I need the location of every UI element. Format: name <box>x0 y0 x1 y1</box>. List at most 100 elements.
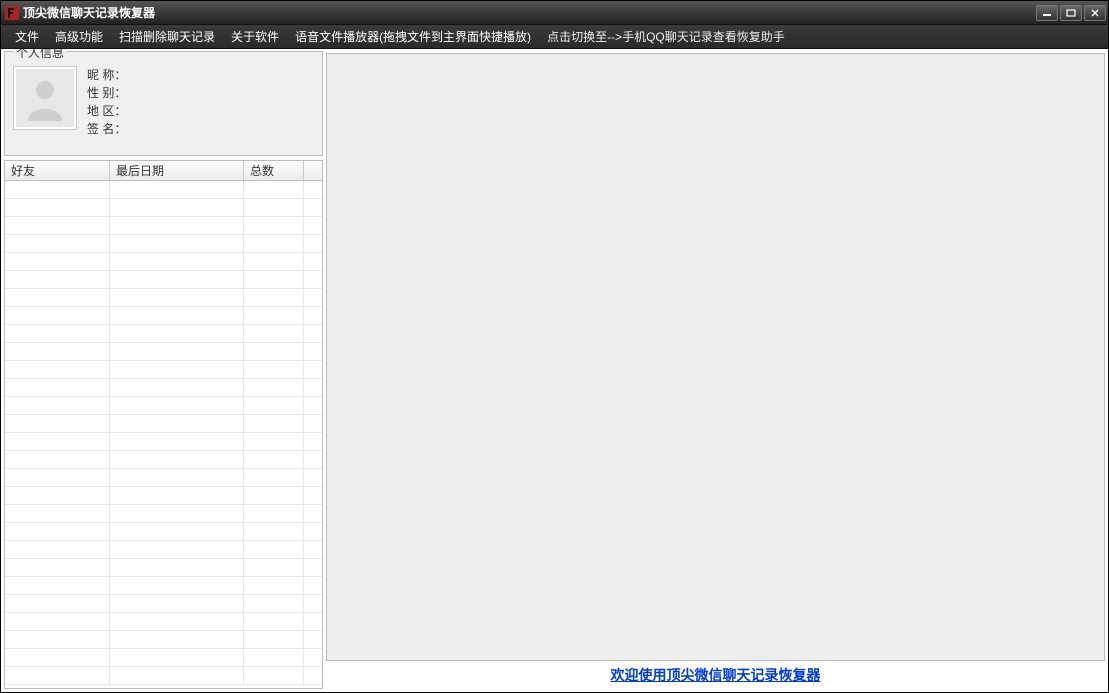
table-cell <box>110 649 244 666</box>
minimize-button[interactable] <box>1036 5 1058 21</box>
table-cell <box>5 199 110 216</box>
table-cell <box>110 235 244 252</box>
table-cell <box>5 343 110 360</box>
table-cell <box>110 631 244 648</box>
table-row[interactable] <box>5 487 322 505</box>
table-cell <box>5 649 110 666</box>
table-cell <box>5 451 110 468</box>
table-cell <box>244 433 304 450</box>
table-cell <box>5 397 110 414</box>
profile-fields: 昵 称： 性 别： 地 区： 签 名： <box>87 66 126 138</box>
table-cell <box>244 361 304 378</box>
table-row[interactable] <box>5 271 322 289</box>
table-row[interactable] <box>5 577 322 595</box>
table-cell <box>304 415 322 432</box>
menu-audio-player[interactable]: 语音文件播放器(拖拽文件到主界面快捷播放) <box>287 25 539 48</box>
table-row[interactable] <box>5 253 322 271</box>
table-cell <box>5 235 110 252</box>
table-row[interactable] <box>5 631 322 649</box>
menu-file[interactable]: 文件 <box>7 25 47 48</box>
table-row[interactable] <box>5 343 322 361</box>
avatar <box>13 66 77 130</box>
table-cell <box>244 451 304 468</box>
table-cell <box>304 577 322 594</box>
table-row[interactable] <box>5 307 322 325</box>
menu-about[interactable]: 关于软件 <box>223 25 287 48</box>
table-row[interactable] <box>5 649 322 667</box>
table-cell <box>244 613 304 630</box>
table-row[interactable] <box>5 379 322 397</box>
col-last-date[interactable]: 最后日期 <box>110 161 244 180</box>
table-row[interactable] <box>5 559 322 577</box>
table-cell <box>244 577 304 594</box>
close-icon <box>1090 9 1100 17</box>
table-row[interactable] <box>5 415 322 433</box>
table-cell <box>244 343 304 360</box>
table-row[interactable] <box>5 469 322 487</box>
table-cell <box>244 631 304 648</box>
table-row[interactable] <box>5 595 322 613</box>
table-row[interactable] <box>5 667 322 685</box>
table-row[interactable] <box>5 199 322 217</box>
table-cell <box>110 577 244 594</box>
table-cell <box>304 667 322 684</box>
table-cell <box>110 199 244 216</box>
profile-groupbox: 个人信息 昵 称： <box>4 51 323 156</box>
maximize-button[interactable] <box>1060 5 1082 21</box>
table-cell <box>244 649 304 666</box>
chat-content-frame <box>326 53 1105 661</box>
table-cell <box>110 307 244 324</box>
table-row[interactable] <box>5 451 322 469</box>
table-row[interactable] <box>5 235 322 253</box>
table-cell <box>110 217 244 234</box>
table-cell <box>110 397 244 414</box>
gender-label: 性 别： <box>87 86 126 100</box>
menu-scan-deleted[interactable]: 扫描删除聊天记录 <box>111 25 223 48</box>
menu-bar: 文件 高级功能 扫描删除聊天记录 关于软件 语音文件播放器(拖拽文件到主界面快捷… <box>1 25 1108 49</box>
menu-switch-qq[interactable]: 点击切换至-->手机QQ聊天记录查看恢复助手 <box>539 25 793 48</box>
maximize-icon <box>1066 9 1076 17</box>
table-row[interactable] <box>5 289 322 307</box>
table-row[interactable] <box>5 613 322 631</box>
table-cell <box>5 613 110 630</box>
table-row[interactable] <box>5 181 322 199</box>
table-row[interactable] <box>5 433 322 451</box>
table-cell <box>244 469 304 486</box>
col-total[interactable]: 总数 <box>244 161 304 180</box>
table-cell <box>244 307 304 324</box>
table-cell <box>304 631 322 648</box>
table-cell <box>244 379 304 396</box>
profile-group-title: 个人信息 <box>13 49 67 61</box>
table-cell <box>110 361 244 378</box>
table-cell <box>244 487 304 504</box>
table-row[interactable] <box>5 325 322 343</box>
app-icon <box>5 6 19 20</box>
table-cell <box>5 271 110 288</box>
table-row[interactable] <box>5 217 322 235</box>
table-row[interactable] <box>5 541 322 559</box>
client-area: 个人信息 昵 称： <box>1 49 1108 692</box>
table-row[interactable] <box>5 523 322 541</box>
table-row[interactable] <box>5 505 322 523</box>
col-friend[interactable]: 好友 <box>5 161 110 180</box>
table-cell <box>244 289 304 306</box>
menu-advanced[interactable]: 高级功能 <box>47 25 111 48</box>
table-row[interactable] <box>5 361 322 379</box>
table-cell <box>304 361 322 378</box>
table-cell <box>244 235 304 252</box>
table-cell <box>5 181 110 198</box>
table-cell <box>304 235 322 252</box>
table-cell <box>304 541 322 558</box>
window-title: 顶尖微信聊天记录恢复器 <box>23 4 1036 21</box>
close-button[interactable] <box>1084 5 1106 21</box>
table-cell <box>244 541 304 558</box>
grid-body[interactable] <box>5 181 322 688</box>
table-cell <box>304 343 322 360</box>
nickname-label: 昵 称： <box>87 68 126 82</box>
table-cell <box>304 487 322 504</box>
table-cell <box>304 307 322 324</box>
table-cell <box>5 487 110 504</box>
welcome-link[interactable]: 欢迎使用顶尖微信聊天记录恢复器 <box>611 665 821 685</box>
table-cell <box>304 433 322 450</box>
table-row[interactable] <box>5 397 322 415</box>
